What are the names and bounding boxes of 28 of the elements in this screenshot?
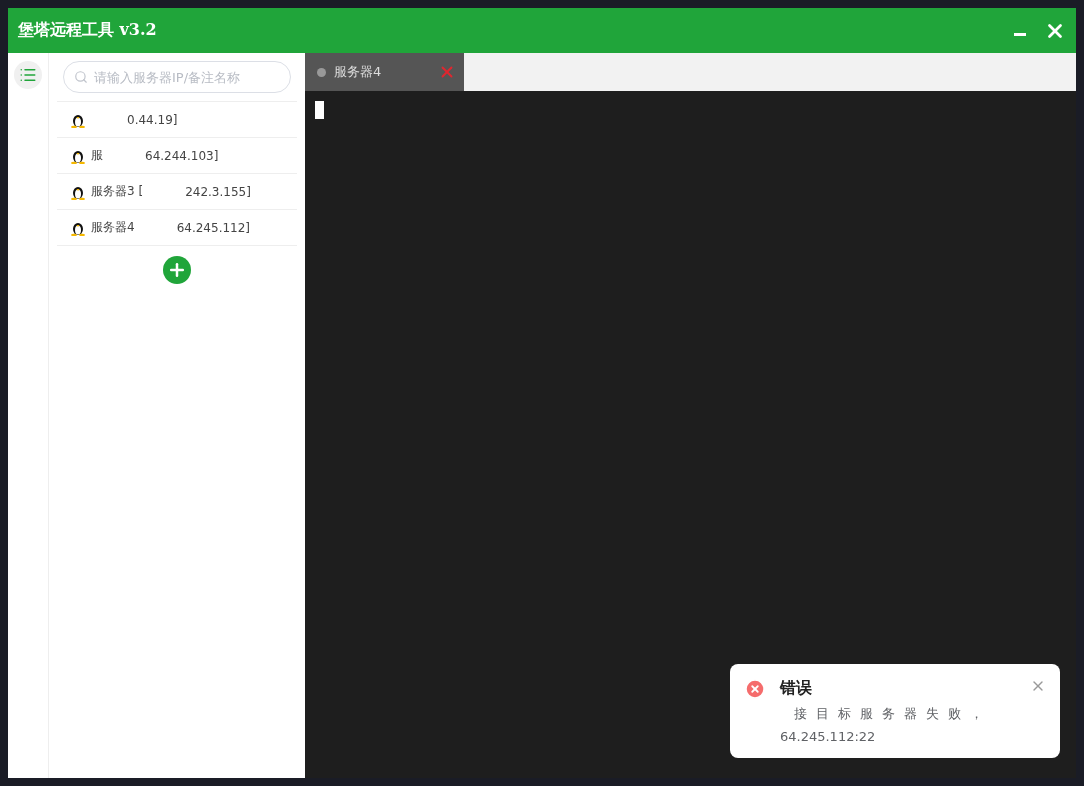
search-field[interactable]: 请输入服务器IP/备注名称 xyxy=(63,61,291,93)
window-title: 堡塔远程工具 v3.2 xyxy=(18,20,158,41)
server-item[interactable]: 服务器4 64.245.112] xyxy=(57,209,297,245)
server-item[interactable]: 服 64.244.103] xyxy=(57,137,297,173)
menu-icon xyxy=(19,66,37,84)
tab-label: 服务器4 xyxy=(334,63,383,81)
plus-icon xyxy=(167,260,187,280)
server-address: 242.3.155] xyxy=(185,184,251,199)
server-address: 64.245.112] xyxy=(176,220,251,235)
server-item[interactable]: 0.44.19] xyxy=(57,101,297,137)
terminal[interactable]: 错误 接目标服务器失败， 64.245.112:22 xyxy=(305,91,1076,778)
search-icon xyxy=(74,70,88,84)
minimize-icon xyxy=(1014,33,1026,36)
server-name: 服务器3 [ xyxy=(91,183,144,200)
notification-title: 错误 xyxy=(780,678,813,699)
session-tab[interactable]: 服务器4 xyxy=(305,53,464,91)
status-dot xyxy=(317,67,326,77)
text-cursor xyxy=(315,101,324,119)
server-name: 服务器4 xyxy=(91,219,135,236)
menu-button[interactable] xyxy=(14,61,42,89)
notification-message: 接目标服务器失败， xyxy=(794,705,993,723)
server-name: 服 xyxy=(91,147,103,164)
server-address: 64.244.103] xyxy=(145,148,219,163)
server-item[interactable]: 服务器3 [ 242.3.155] xyxy=(57,173,297,209)
error-icon xyxy=(744,678,766,700)
server-address: 0.44.19] xyxy=(127,112,178,127)
add-server-button[interactable] xyxy=(163,256,191,284)
notification-message: 64.245.112:22 xyxy=(780,729,877,744)
